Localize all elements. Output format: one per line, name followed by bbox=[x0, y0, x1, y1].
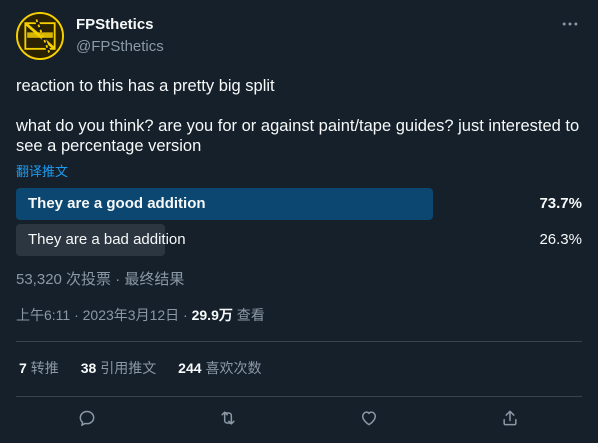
tweet-actions bbox=[16, 400, 582, 436]
tweet-text-line: what do you think? are you for or agains… bbox=[16, 117, 580, 155]
avatar[interactable] bbox=[16, 12, 64, 60]
timestamp-date[interactable]: 上午6:11 · 2023年3月12日 · bbox=[16, 307, 192, 323]
poll-option-good: They are a good addition 73.7% bbox=[16, 188, 582, 220]
poll-option-percent: 26.3% bbox=[539, 231, 582, 248]
tweet-text: reaction to this has a pretty big split … bbox=[16, 76, 582, 156]
stat-label: 引用推文 bbox=[100, 360, 157, 376]
views-label: 查看 bbox=[232, 307, 265, 323]
author-handle[interactable]: @FPSthetics bbox=[76, 37, 164, 57]
stat-count: 244 bbox=[178, 360, 202, 376]
retweet-button[interactable] bbox=[210, 400, 246, 436]
share-icon bbox=[503, 410, 517, 426]
stat-count: 38 bbox=[80, 360, 97, 376]
reply-button[interactable] bbox=[69, 400, 105, 436]
tweet-timestamp: 上午6:11 · 2023年3月12日 · 29.9万 查看 bbox=[16, 305, 265, 325]
poll-option-label: They are a bad addition bbox=[28, 231, 186, 248]
retweet-icon bbox=[221, 411, 235, 425]
likes-stat[interactable]: 244 喜欢次数 bbox=[178, 358, 261, 378]
engagement-stats: 7 转推 38 引用推文 244 喜欢次数 bbox=[19, 358, 280, 378]
poll-option-percent: 73.7% bbox=[539, 195, 582, 212]
poll-option-label: They are a good addition bbox=[28, 195, 206, 212]
translate-tweet-link[interactable]: 翻译推文 bbox=[16, 161, 68, 180]
stat-count: 7 bbox=[19, 360, 27, 376]
divider bbox=[16, 396, 582, 397]
views-count: 29.9万 bbox=[191, 307, 233, 323]
more-horizontal-icon bbox=[562, 22, 578, 26]
share-button[interactable] bbox=[492, 400, 528, 436]
avatar-image bbox=[18, 14, 62, 58]
tweet-text-line: reaction to this has a pretty big split bbox=[16, 77, 275, 95]
divider bbox=[16, 341, 582, 342]
more-options-button[interactable] bbox=[558, 14, 582, 34]
quotes-stat[interactable]: 38 引用推文 bbox=[81, 358, 157, 378]
retweets-stat[interactable]: 7 转推 bbox=[19, 358, 59, 378]
display-name[interactable]: FPSthetics bbox=[76, 15, 164, 35]
stat-label: 喜欢次数 bbox=[205, 360, 262, 376]
author-info: FPSthetics @FPSthetics bbox=[76, 15, 164, 57]
poll-meta: 53,320 次投票 · 最终结果 bbox=[16, 271, 185, 288]
poll-option-bad: They are a bad addition 26.3% bbox=[16, 224, 582, 256]
like-icon bbox=[362, 411, 376, 426]
reply-icon bbox=[79, 410, 95, 426]
like-button[interactable] bbox=[351, 400, 387, 436]
tweet-header: FPSthetics @FPSthetics bbox=[16, 12, 582, 60]
stat-label: 转推 bbox=[30, 360, 59, 376]
